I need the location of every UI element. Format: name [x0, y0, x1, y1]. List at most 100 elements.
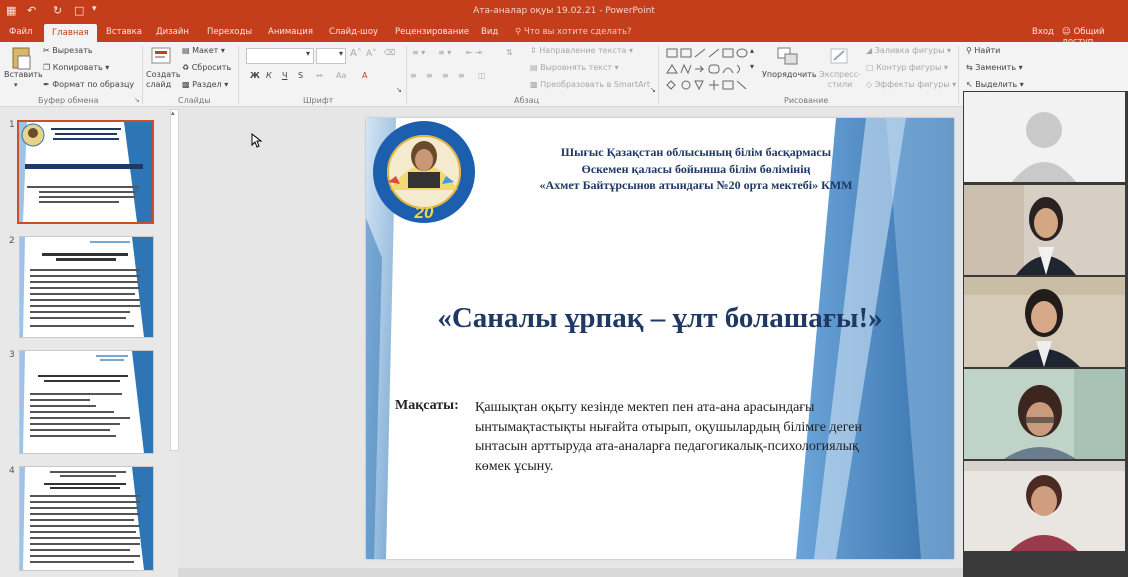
shape-fill-button[interactable]: ◢ Заливка фигуры ▾ [866, 46, 951, 55]
slide-thumbnail-4[interactable] [19, 466, 154, 571]
grow-font-icon[interactable]: A˄ [350, 48, 362, 59]
align-center-icon[interactable]: ≡ [426, 71, 433, 80]
arrange-button[interactable]: Упорядочить [762, 70, 817, 79]
scissors-icon: ✂ [43, 46, 50, 55]
paragraph-group-label: Абзац [514, 96, 540, 105]
tell-me-search[interactable]: ⚲ Что вы хотите сделать? [515, 27, 632, 37]
quick-styles-icon[interactable] [828, 46, 852, 68]
tab-home[interactable]: Главная [44, 24, 97, 42]
text-direction-button[interactable]: ⇕ Направление текста ▾ [530, 46, 633, 55]
columns-icon[interactable]: ◫ [478, 71, 486, 80]
participant-tile-4[interactable] [964, 369, 1125, 459]
paste-dropdown-icon[interactable]: ▾ [14, 81, 18, 89]
participant-video-3 [964, 277, 1125, 367]
ribbon-tabs: Файл Главная Вставка Дизайн Переходы Ани… [0, 24, 1128, 47]
new-slide-icon[interactable] [150, 45, 172, 67]
section-button[interactable]: ▩ Раздел ▾ [182, 80, 228, 89]
line-spacing-icon[interactable]: ⇅ [506, 48, 513, 57]
scroll-up-icon[interactable]: ▴ [171, 109, 175, 117]
font-color-icon[interactable]: A [362, 71, 367, 80]
cut-label: Вырезать [52, 46, 93, 55]
indent-icon[interactable]: ⇤ ⇥ [466, 48, 482, 57]
tab-slideshow[interactable]: Слайд-шоу [329, 27, 378, 37]
font-launcher-icon[interactable]: ↘ [396, 86, 402, 94]
thumb-number: 3 [9, 350, 15, 360]
thumb-number: 1 [9, 120, 15, 130]
outline-icon: □ [866, 63, 874, 72]
brush-icon: ✒ [43, 80, 50, 89]
numbering-icon[interactable]: ≡ ▾ [438, 48, 451, 57]
align-left-icon[interactable]: ≡ [410, 71, 417, 80]
select-button[interactable]: ↖ Выделить ▾ [966, 80, 1024, 89]
shapes-more-icon[interactable]: ▾ [750, 62, 754, 71]
smartart-button[interactable]: ▩ Преобразовать в SmartArt [530, 80, 650, 89]
thumbnail-scrollbar[interactable] [170, 109, 179, 451]
goal-text[interactable]: Қашықтан оқыту кезінде мектеп пен ата-ан… [475, 398, 895, 476]
arrange-icon[interactable] [776, 46, 800, 68]
format-painter-button[interactable]: ✒ Формат по образцу [43, 80, 134, 89]
participant-tile-3[interactable] [964, 277, 1125, 367]
shape-effects-button[interactable]: ◇ Эффекты фигуры ▾ [866, 80, 956, 89]
divider [238, 46, 239, 104]
find-button[interactable]: ⚲ Найти [966, 46, 1000, 55]
font-name-input[interactable] [246, 48, 314, 64]
thumb-4-preview [20, 467, 153, 570]
tab-file[interactable]: Файл [9, 27, 32, 37]
paste-button[interactable]: Вставить [4, 70, 43, 79]
slide-thumbnail-1[interactable] [17, 120, 154, 224]
text-direction-icon: ⇕ [530, 46, 537, 55]
copy-label: Копировать [52, 63, 103, 72]
replace-button[interactable]: ⇆ Заменить ▾ [966, 63, 1023, 72]
clear-format-icon[interactable]: ⌫ [384, 48, 395, 57]
layout-button[interactable]: ▤ Макет ▾ [182, 46, 225, 55]
new-slide-button[interactable]: Создать слайд [146, 70, 181, 90]
tab-insert[interactable]: Вставка [106, 27, 142, 37]
thumb-number: 4 [9, 466, 15, 476]
tab-design[interactable]: Дизайн [156, 27, 189, 37]
align-text-button[interactable]: ▤ Выровнять текст ▾ [530, 63, 619, 72]
strikethrough-button[interactable]: S [298, 71, 303, 80]
shape-outline-label: Контур фигуры [876, 63, 942, 72]
justify-icon[interactable]: ≡ [458, 71, 465, 80]
reset-button[interactable]: ♻ Сбросить [182, 63, 231, 72]
copy-button[interactable]: ❐ Копировать ▾ [43, 63, 109, 72]
participant-tile-5[interactable] [964, 461, 1125, 551]
quick-styles-button[interactable]: Экспресс-стили [818, 70, 862, 90]
bold-button[interactable]: Ж [250, 71, 260, 80]
thumb-1-preview [19, 122, 152, 222]
clipboard-launcher-icon[interactable]: ↘ [134, 96, 140, 104]
tab-view[interactable]: Вид [481, 27, 498, 37]
tab-animations[interactable]: Анимация [268, 27, 313, 37]
paragraph-launcher-icon[interactable]: ↘ [650, 86, 656, 94]
font-name-dropdown-icon[interactable]: ▾ [306, 49, 310, 58]
sign-in-link[interactable]: Вход [1032, 27, 1054, 37]
italic-button[interactable]: К [266, 71, 272, 80]
shrink-font-icon[interactable]: A˅ [366, 49, 377, 59]
shape-fill-label: Заливка фигуры [874, 46, 945, 55]
shapes-scroll-up-icon[interactable]: ▴ [750, 46, 754, 55]
slide-title[interactable]: «Саналы ұрпақ – ұлт болашағы!» [366, 302, 954, 335]
find-label: Найти [974, 46, 1001, 55]
change-case-icon[interactable]: Aa [336, 71, 346, 80]
shapes-gallery[interactable] [664, 46, 754, 90]
tab-review[interactable]: Рецензирование [395, 27, 469, 37]
select-label: Выделить [975, 80, 1018, 89]
char-spacing-icon[interactable]: ↔ [316, 71, 323, 80]
bullets-icon[interactable]: ≡ ▾ [412, 48, 425, 57]
slide-thumbnail-2[interactable] [19, 236, 154, 338]
cut-button[interactable]: ✂ Вырезать [43, 46, 93, 55]
participant-video-5 [964, 461, 1125, 551]
shape-outline-button[interactable]: □ Контур фигуры ▾ [866, 63, 948, 72]
slide-thumbnail-3[interactable] [19, 350, 154, 454]
fill-icon: ◢ [866, 46, 873, 55]
tab-transitions[interactable]: Переходы [207, 27, 252, 37]
participant-tile-2[interactable] [964, 185, 1125, 275]
participant-tile-1[interactable] [964, 92, 1125, 182]
user-icon: ☺ [1062, 27, 1071, 37]
select-icon: ↖ [966, 80, 973, 89]
font-size-dropdown-icon[interactable]: ▾ [339, 49, 343, 58]
slide-canvas[interactable]: 20 Шығыс Қазақстан облысының білім басқа… [366, 118, 954, 559]
paste-icon[interactable] [10, 44, 32, 70]
align-right-icon[interactable]: ≡ [442, 71, 449, 80]
underline-button[interactable]: Ч [282, 71, 287, 80]
